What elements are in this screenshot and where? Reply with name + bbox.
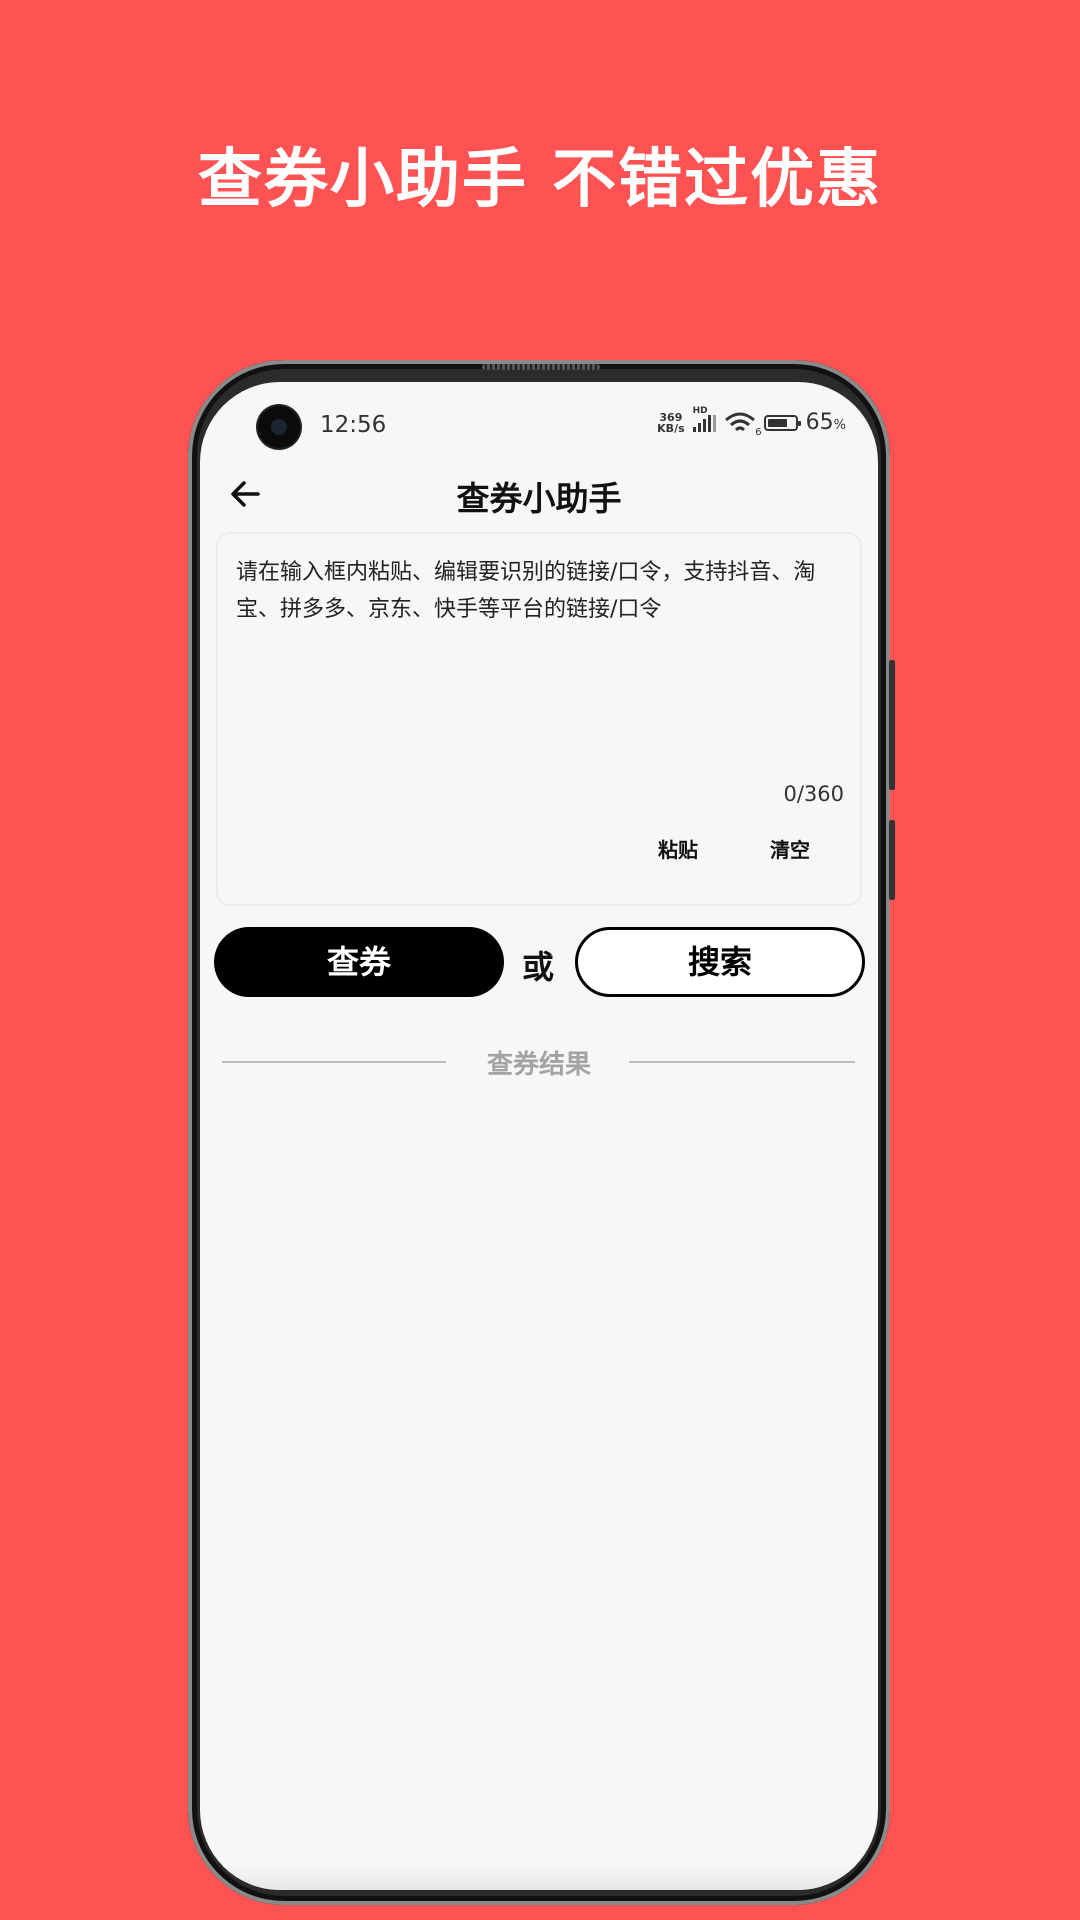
signal-icon: HD <box>692 406 716 432</box>
signal-hd-label: HD <box>692 405 708 416</box>
promo-headline: 查券小助手 不错过优惠 <box>197 143 883 217</box>
battery-level-value: 65 <box>805 410 834 435</box>
check-coupon-button[interactable]: 查券 <box>214 927 504 997</box>
network-speed: 369 KB/s <box>657 412 684 434</box>
input-placeholder: 请在输入框内粘贴、编辑要识别的链接/口令，支持抖音、淘宝、拼多多、京东、快手等平… <box>236 560 816 622</box>
search-button[interactable]: 搜索 <box>575 927 865 997</box>
divider-right <box>629 1061 855 1063</box>
battery-icon <box>763 414 801 431</box>
network-speed-value: 369 <box>659 410 683 424</box>
battery-level-unit: % <box>833 418 846 433</box>
status-icons: 369 KB/s HD 6 65% <box>657 406 846 438</box>
clear-button[interactable]: 清空 <box>770 834 810 863</box>
phone-frame: 12:56 369 KB/s HD 6 65% 查券小助手 请在输入框内粘贴、编… <box>188 360 895 1905</box>
wifi-icon: 6 <box>724 412 762 438</box>
front-camera <box>258 406 300 448</box>
char-counter: 0/360 <box>783 782 844 806</box>
power-button <box>889 820 895 900</box>
screen-bottom-edge <box>200 1866 878 1890</box>
wifi-label: 6 <box>755 426 762 438</box>
or-label: 或 <box>522 948 555 986</box>
page-title: 查券小助手 <box>456 479 622 518</box>
paste-button[interactable]: 粘贴 <box>658 834 698 863</box>
phone-speaker <box>482 364 600 370</box>
status-time: 12:56 <box>320 412 387 438</box>
battery-level: 65% <box>806 410 846 435</box>
volume-button <box>889 660 895 790</box>
network-speed-unit: KB/s <box>657 421 685 435</box>
link-input-field[interactable]: 请在输入框内粘贴、编辑要识别的链接/口令，支持抖音、淘宝、拼多多、京东、快手等平… <box>216 532 862 906</box>
app-screen: 12:56 369 KB/s HD 6 65% 查券小助手 请在输入框内粘贴、编… <box>200 382 878 1890</box>
